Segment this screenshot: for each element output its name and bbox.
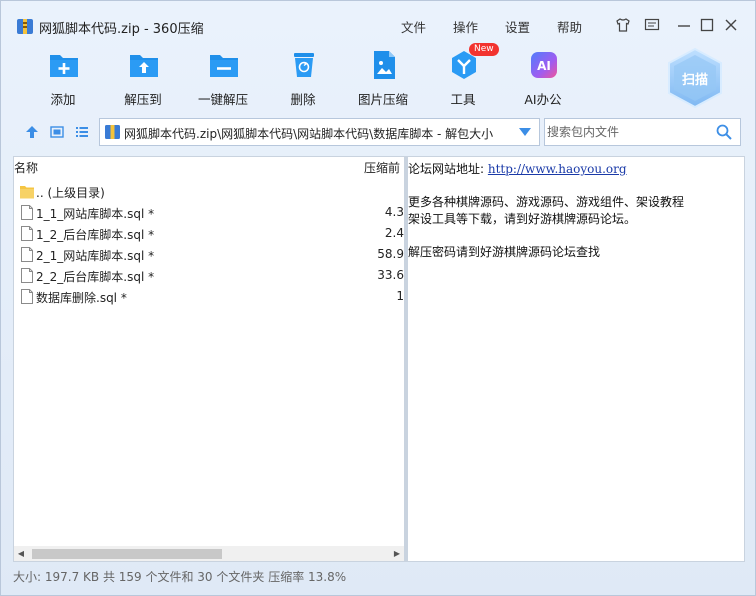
- file-row-parent[interactable]: .. (上级目录): [14, 181, 404, 202]
- folder-icon: [20, 186, 34, 199]
- scan-label: 扫描: [681, 73, 708, 88]
- status-bar-text: 大小: 197.7 KB 共 159 个文件和 30 个文件夹 压缩率 13.8…: [13, 570, 347, 584]
- search-box[interactable]: [544, 118, 741, 146]
- file-name: 数据库删除.sql *: [36, 291, 127, 305]
- document-icon: [21, 205, 33, 220]
- horizontal-scrollbar[interactable]: ◀ ▶: [14, 546, 404, 561]
- new-badge: New: [469, 43, 499, 56]
- zip-app-icon: [17, 19, 33, 34]
- scroll-left-icon[interactable]: ◀: [16, 549, 26, 559]
- ai-office-button[interactable]: AI AI办公: [511, 49, 575, 109]
- file-list: 名称 压缩前 .. (上级目录) 1_1_网站库脚本.sql * 4.3 1_2…: [13, 156, 405, 562]
- up-arrow-icon[interactable]: [25, 125, 39, 139]
- search-input[interactable]: [547, 123, 712, 141]
- add-button[interactable]: 添加: [31, 49, 95, 109]
- file-name: 2_1_网站库脚本.sql *: [36, 249, 155, 263]
- search-icon[interactable]: [716, 124, 732, 140]
- thumbnail-view-icon[interactable]: [50, 125, 64, 139]
- file-row[interactable]: 2_2_后台库脚本.sql * 33.6: [14, 265, 404, 286]
- zip-file-icon: [105, 125, 120, 139]
- menu-operation[interactable]: 操作: [453, 17, 478, 36]
- add-label: 添加: [50, 92, 76, 107]
- file-name: .. (上级目录): [36, 186, 105, 200]
- file-row[interactable]: 1_1_网站库脚本.sql * 4.3: [14, 202, 404, 223]
- delete-button[interactable]: 删除: [271, 49, 335, 109]
- forum-link[interactable]: http://www.haoyou.org: [488, 162, 627, 176]
- file-row[interactable]: 2_1_网站库脚本.sql * 58.9: [14, 244, 404, 265]
- comment-line: 更多各种棋牌源码、游戏源码、游戏组件、架设教程: [408, 195, 685, 209]
- app-window: 网狐脚本代码.zip - 360压缩 文件 操作 设置 帮助 添加 解压到 一键…: [0, 0, 756, 596]
- file-size: 1: [396, 289, 404, 303]
- one-click-extract-icon: [210, 55, 238, 77]
- image-compress-button[interactable]: 图片压缩: [351, 49, 415, 109]
- forum-line: 论坛网站地址: http://www.haoyou.org: [408, 160, 627, 177]
- extract-to-label: 解压到: [124, 92, 162, 107]
- chevron-down-icon[interactable]: [519, 128, 531, 136]
- file-row[interactable]: 数据库删除.sql * 1: [14, 286, 404, 307]
- file-name: 1_1_网站库脚本.sql *: [36, 207, 155, 221]
- maximize-icon[interactable]: [699, 17, 715, 33]
- minimize-icon[interactable]: [676, 17, 692, 33]
- file-size: 4.3: [384, 205, 404, 219]
- scrollbar-thumb[interactable]: [32, 549, 222, 559]
- file-name: 2_2_后台库脚本.sql *: [36, 270, 155, 284]
- scroll-right-icon[interactable]: ▶: [392, 549, 402, 559]
- menu-settings[interactable]: 设置: [505, 17, 530, 36]
- forum-label: 论坛网站地址:: [408, 162, 485, 176]
- feedback-icon[interactable]: [644, 17, 660, 33]
- delete-label: 删除: [290, 92, 316, 107]
- comment-line: 架设工具等下载，请到好游棋牌源码论坛。: [408, 212, 637, 226]
- document-icon: [21, 226, 33, 241]
- ai-office-label: AI办公: [524, 92, 562, 107]
- menu-help[interactable]: 帮助: [557, 17, 582, 36]
- extract-to-icon: [130, 55, 158, 77]
- trash-icon: [294, 53, 314, 77]
- column-header-compressed[interactable]: 压缩前: [364, 157, 400, 179]
- one-click-extract-button[interactable]: 一键解压: [191, 49, 255, 109]
- skin-shirt-icon[interactable]: [615, 17, 631, 33]
- tools-button[interactable]: New 工具: [431, 43, 499, 109]
- one-click-extract-label: 一键解压: [197, 92, 248, 107]
- archive-comment-pane: 论坛网站地址: http://www.haoyou.org 更多各种棋牌源码、游…: [408, 156, 745, 562]
- menu-file[interactable]: 文件: [401, 17, 426, 36]
- tools-label: 工具: [450, 92, 476, 107]
- path-text: 网狐脚本代码.zip\网狐脚本代码\网站脚本代码\数据库脚本 - 解包大小: [124, 127, 494, 141]
- column-header-name[interactable]: 名称: [14, 157, 38, 179]
- add-icon: [50, 55, 78, 77]
- document-icon: [21, 268, 33, 283]
- ai-icon-text: AI: [537, 59, 551, 73]
- file-size: 58.9: [377, 247, 404, 261]
- image-compress-label: 图片压缩: [357, 92, 408, 107]
- comment-line: 解压密码请到好游棋牌源码论坛查找: [408, 245, 601, 259]
- list-view-icon[interactable]: [75, 125, 89, 139]
- file-size: 2.4: [384, 226, 404, 240]
- image-compress-icon: [374, 51, 395, 79]
- ai-icon: AI: [531, 52, 557, 78]
- extract-to-button[interactable]: 解压到: [111, 49, 175, 109]
- file-size: 33.6: [377, 268, 404, 282]
- window-title: 网狐脚本代码.zip - 360压缩: [39, 22, 204, 37]
- document-icon: [21, 289, 33, 304]
- file-name: 1_2_后台库脚本.sql *: [36, 228, 155, 242]
- scan-button[interactable]: 扫描: [665, 47, 725, 109]
- path-bar[interactable]: 网狐脚本代码.zip\网狐脚本代码\网站脚本代码\数据库脚本 - 解包大小: [99, 118, 540, 146]
- close-icon[interactable]: [723, 17, 739, 33]
- title-bar: 网狐脚本代码.zip - 360压缩 文件 操作 设置 帮助: [1, 1, 755, 41]
- document-icon: [21, 247, 33, 262]
- file-row[interactable]: 1_2_后台库脚本.sql * 2.4: [14, 223, 404, 244]
